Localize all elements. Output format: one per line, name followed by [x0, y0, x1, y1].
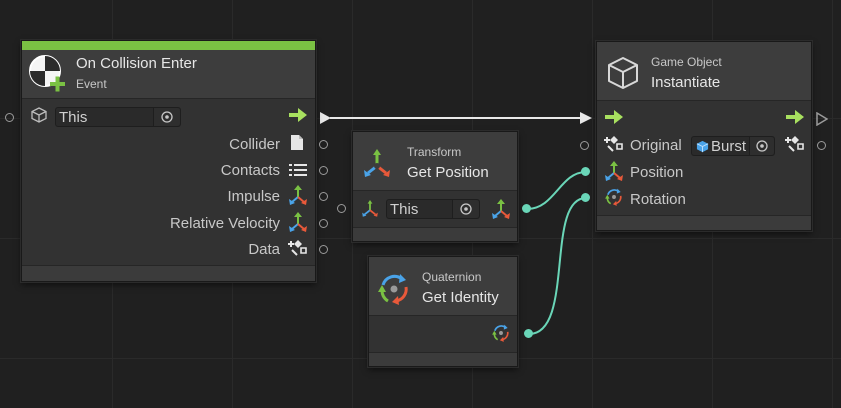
- node-title: On Collision Enter: [76, 55, 197, 72]
- object-picker-button[interactable]: [153, 108, 180, 126]
- game-object-cube-icon: [608, 57, 638, 89]
- position-output-port[interactable]: [522, 204, 531, 213]
- output-collider-label: Collider: [229, 136, 280, 153]
- node-body: This Collider Contacts Impulse Relative …: [22, 99, 315, 267]
- node-footer: [369, 352, 517, 366]
- node-footer: [597, 215, 811, 230]
- node-header[interactable]: Quaternion Get Identity: [369, 257, 517, 316]
- collision-event-icon: [29, 55, 65, 92]
- node-body: Original Burst Position Rotation: [597, 101, 811, 216]
- vector3-icon: [289, 212, 307, 232]
- quaternion-get-identity-node[interactable]: Quaternion Get Identity: [368, 256, 518, 367]
- original-object-field[interactable]: Burst: [691, 136, 775, 156]
- object-icon: [288, 240, 307, 256]
- flow-in-arrow-icon[interactable]: [605, 110, 623, 124]
- vector3-icon: [289, 185, 307, 205]
- list-icon: [289, 164, 307, 176]
- quaternion-icon: [605, 188, 622, 206]
- input-original-label: Original: [630, 137, 682, 154]
- node-subtitle: Event: [76, 77, 107, 91]
- file-icon: [291, 135, 303, 150]
- position-input-port[interactable]: [581, 167, 590, 176]
- rotation-connection[interactable]: [528, 197, 587, 335]
- quaternion-icon: [378, 274, 408, 305]
- contacts-output-port[interactable]: [319, 166, 328, 175]
- input-rotation-label: Rotation: [630, 191, 686, 208]
- node-header[interactable]: On Collision Enter Event: [22, 50, 315, 99]
- node-footer: [22, 265, 315, 281]
- output-relative-velocity-label: Relative Velocity: [169, 215, 280, 232]
- flow-output-port[interactable]: [816, 112, 828, 126]
- object-picker-button[interactable]: [749, 137, 774, 155]
- output-contacts-label: Contacts: [220, 162, 280, 179]
- instance-output-port[interactable]: [817, 141, 826, 150]
- node-body: This: [353, 191, 517, 229]
- rotation-output-port[interactable]: [524, 329, 533, 338]
- rotation-input-port[interactable]: [581, 193, 590, 202]
- transform-get-position-node[interactable]: Transform Get Position This: [352, 131, 518, 242]
- node-title: Get Identity: [422, 289, 499, 306]
- collision-target-port[interactable]: [5, 113, 14, 122]
- target-object-field[interactable]: This: [55, 107, 181, 127]
- node-body: [369, 316, 517, 354]
- vector3-icon: [605, 161, 623, 181]
- node-title: Instantiate: [651, 74, 721, 91]
- transform-icon: [364, 149, 390, 177]
- game-object-instantiate-node[interactable]: Game Object Instantiate Original Burst P…: [596, 41, 812, 231]
- data-output-port[interactable]: [319, 245, 328, 254]
- position-connection[interactable]: [526, 171, 587, 210]
- node-kind: Transform: [407, 145, 462, 159]
- cube-icon: [31, 107, 47, 123]
- on-collision-enter-node[interactable]: On Collision Enter Event This Collider C…: [21, 40, 316, 282]
- flow-out-arrow-icon[interactable]: [289, 108, 307, 122]
- vector3-icon: [492, 199, 510, 219]
- target-transform-field[interactable]: This: [386, 199, 480, 219]
- quaternion-icon: [492, 324, 509, 342]
- original-input-port[interactable]: [580, 141, 589, 150]
- flow-connection[interactable]: [320, 112, 592, 124]
- node-kind: Quaternion: [422, 270, 482, 284]
- input-position-label: Position: [630, 164, 684, 181]
- object-icon: [604, 136, 623, 152]
- transform-target-port[interactable]: [337, 204, 346, 213]
- object-picker-button[interactable]: [452, 200, 479, 218]
- collider-output-port[interactable]: [319, 140, 328, 149]
- event-header-bar: [22, 41, 315, 50]
- node-title: Get Position: [407, 164, 489, 181]
- prefab-cube-icon: [696, 140, 709, 153]
- node-header[interactable]: Game Object Instantiate: [597, 42, 811, 101]
- output-impulse-label: Impulse: [227, 188, 280, 205]
- node-header[interactable]: Transform Get Position: [353, 132, 517, 191]
- impulse-output-port[interactable]: [319, 192, 328, 201]
- object-icon: [785, 136, 804, 152]
- flow-out-arrow-icon[interactable]: [786, 110, 804, 124]
- relative-velocity-output-port[interactable]: [319, 219, 328, 228]
- node-kind: Game Object: [651, 55, 722, 69]
- output-data-label: Data: [248, 241, 280, 258]
- transform-icon: [362, 200, 378, 217]
- node-footer: [353, 227, 517, 241]
